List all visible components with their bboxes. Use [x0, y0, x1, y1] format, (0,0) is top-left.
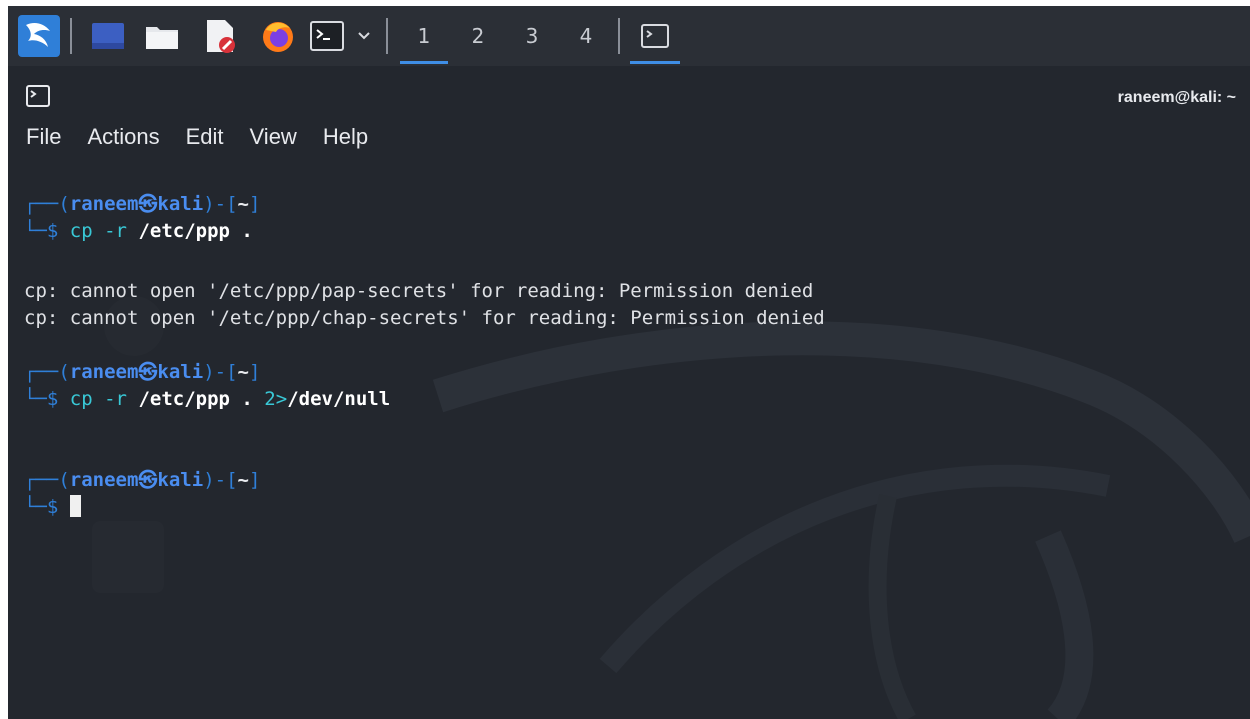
command-line[interactable]: └─$ [24, 494, 81, 520]
prompt-frame: └─ [24, 496, 47, 518]
desktop-icon [92, 23, 124, 49]
taskbar-separator [618, 18, 620, 54]
prompt-frame: └─ [24, 220, 47, 242]
terminal-task-button[interactable] [628, 6, 682, 66]
command-bin: cp -r [69, 388, 127, 410]
prompt-dollar: $ [46, 220, 59, 242]
workspace-2[interactable]: 2 [452, 6, 504, 66]
menu-actions[interactable]: Actions [87, 122, 159, 152]
show-desktop-button[interactable] [86, 6, 130, 66]
menu-file[interactable]: File [26, 122, 61, 152]
terminal-dropdown-button[interactable] [352, 6, 376, 66]
folder-icon [146, 27, 178, 49]
firefox-button[interactable] [256, 6, 300, 66]
prompt-at: ㉿ [138, 361, 158, 383]
prompt-dir: ~ [237, 469, 249, 491]
prompt-host: kali [157, 469, 204, 491]
prompt-dollar: $ [46, 388, 59, 410]
terminal-launcher-button[interactable] [306, 6, 348, 66]
prompt-frame: ┌──( [24, 469, 70, 491]
terminal-icon [310, 21, 344, 51]
menu-view[interactable]: View [250, 122, 297, 152]
command-target: /dev/null [287, 388, 391, 410]
prompt-user: raneem [69, 361, 139, 383]
prompt-line: ┌──(raneem㉿kali)-[~] [24, 191, 260, 217]
file-manager-button[interactable] [140, 6, 184, 66]
prompt-frame: ] [248, 193, 261, 215]
prompt-frame: ┌──( [24, 193, 70, 215]
workspace-1[interactable]: 1 [398, 6, 450, 66]
chevron-down-icon [358, 32, 370, 40]
document-edit-icon [207, 20, 235, 53]
workspace-3[interactable]: 3 [506, 6, 558, 66]
prompt-frame: ] [248, 469, 261, 491]
workspace-4[interactable]: 4 [560, 6, 612, 66]
command-bin: cp -r [69, 220, 127, 242]
terminal-output[interactable]: ┌──(raneem㉿kali)-[~] └─$ cp -r /etc/ppp … [24, 191, 1250, 719]
prompt-frame: ] [248, 361, 261, 383]
command-redirect: 2> [264, 388, 288, 410]
prompt-frame: ┌──( [24, 361, 70, 383]
prompt-at: ㉿ [138, 469, 158, 491]
terminal-icon [641, 24, 669, 48]
prompt-frame: )-[ [203, 193, 238, 215]
window-titlebar[interactable]: raneem@kali: ~ [8, 66, 1250, 118]
menu-bar: File Actions Edit View Help [26, 122, 394, 152]
prompt-user: raneem [69, 469, 139, 491]
desktop: 1 2 3 4 raneem@kali: ~ File Actions Edit… [8, 6, 1250, 719]
taskbar-separator [386, 18, 388, 54]
prompt-dir: ~ [237, 193, 249, 215]
kali-logo-icon [18, 15, 60, 57]
prompt-frame: )-[ [203, 361, 238, 383]
error-line: cp: cannot open '/etc/ppp/chap-secrets' … [24, 307, 825, 329]
command-line: └─$ cp -r /etc/ppp . [24, 218, 253, 244]
prompt-frame: )-[ [203, 469, 238, 491]
terminal-window-icon [26, 85, 50, 107]
taskbar-separator [70, 18, 72, 54]
window-title: raneem@kali: ~ [1117, 89, 1236, 106]
text-editor-button[interactable] [198, 6, 242, 66]
firefox-icon [263, 22, 293, 52]
text-cursor [69, 495, 81, 517]
prompt-host: kali [157, 361, 204, 383]
command-line: └─$ cp -r /etc/ppp . 2>/dev/null [24, 386, 390, 412]
prompt-dir: ~ [237, 361, 249, 383]
prompt-user: raneem [69, 193, 139, 215]
prompt-line: ┌──(raneem㉿kali)-[~] [24, 467, 260, 493]
prompt-frame: └─ [24, 388, 47, 410]
prompt-line: ┌──(raneem㉿kali)-[~] [24, 359, 260, 385]
taskbar: 1 2 3 4 [8, 6, 1250, 66]
prompt-dollar: $ [46, 496, 59, 518]
prompt-at: ㉿ [138, 193, 158, 215]
command-args: /etc/ppp . [138, 388, 253, 410]
menu-edit[interactable]: Edit [186, 122, 224, 152]
command-args: /etc/ppp . [138, 220, 253, 242]
error-line: cp: cannot open '/etc/ppp/pap-secrets' f… [24, 280, 814, 302]
kali-menu-button[interactable] [14, 6, 64, 66]
prompt-host: kali [157, 193, 204, 215]
menu-help[interactable]: Help [323, 122, 368, 152]
